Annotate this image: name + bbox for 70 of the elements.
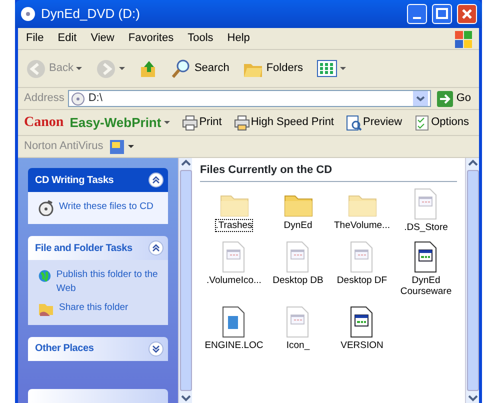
- directory-entry[interactable]: Desktop DF: [332, 240, 392, 298]
- go-button[interactable]: Go: [435, 90, 473, 107]
- minimize-icon: [413, 17, 421, 19]
- toolbar-button[interactable]: High Speed Print: [232, 114, 336, 131]
- directory-entry[interactable]: DynEd Courseware: [396, 240, 456, 298]
- printer-icon: [182, 114, 198, 130]
- menu-item[interactable]: Edit: [56, 30, 79, 47]
- search-button[interactable]: Search: [169, 58, 232, 78]
- cd-drive-icon: [20, 6, 36, 22]
- task-link[interactable]: Publish this folder to the Web: [38, 268, 160, 296]
- toolbar-button[interactable]: Print: [180, 114, 224, 131]
- minimize-button[interactable]: [407, 4, 427, 24]
- dropdown-arrow-icon: [340, 67, 346, 70]
- maximize-button[interactable]: [432, 4, 452, 24]
- views-button[interactable]: [315, 60, 348, 77]
- norton-icon: [109, 138, 126, 154]
- scroll-down-icon: [466, 393, 480, 403]
- task-panel-title: CD Writing Tasks: [35, 174, 114, 188]
- directory-entry[interactable]: ENGINE.LOC: [204, 306, 264, 352]
- printer-icon: [234, 114, 250, 130]
- directory-entry[interactable]: Desktop DB: [268, 240, 328, 298]
- address-field[interactable]: D:\: [68, 90, 432, 107]
- scroll-up-icon: [466, 158, 480, 168]
- directory-entry[interactable]: TheVolume...: [332, 188, 392, 233]
- directory-entry[interactable]: Icon_: [268, 306, 328, 352]
- menu-item[interactable]: View: [88, 30, 116, 47]
- menu-item[interactable]: Favorites: [126, 30, 176, 47]
- directory-entry[interactable]: .Trashes: [204, 188, 264, 233]
- easy-webprint-menu[interactable]: Easy-WebPrint: [68, 112, 172, 132]
- folders-button[interactable]: Folders: [241, 58, 306, 78]
- dropdown-arrow-icon: [128, 145, 134, 148]
- globe-icon: [38, 268, 52, 284]
- scrollbar-thumb[interactable]: [180, 170, 192, 391]
- directory-entry[interactable]: VERSION: [332, 306, 392, 352]
- address-label: Address: [24, 91, 64, 106]
- folder-up-icon: [139, 58, 158, 78]
- dropdown-arrow-icon: [119, 67, 126, 70]
- norton-button[interactable]: [107, 138, 136, 154]
- scroll-down-icon: [178, 393, 192, 403]
- task-panel-header[interactable]: Other Places: [28, 336, 168, 360]
- directory-entry[interactable]: .VolumeIco...: [204, 240, 264, 298]
- windows-logo-icon: [453, 28, 473, 48]
- cd-burn-icon: [38, 200, 54, 216]
- checklist-icon: [414, 114, 430, 130]
- dropdown-arrow-icon: [76, 67, 82, 70]
- close-button[interactable]: [457, 4, 477, 24]
- directory-entry[interactable]: DynEd: [268, 188, 328, 233]
- task-panel-header[interactable]: CD Writing Tasks: [28, 168, 168, 192]
- toolbar-button[interactable]: Options: [412, 114, 472, 131]
- scroll-up-icon: [178, 158, 192, 168]
- dropdown-arrow-icon: [164, 121, 170, 124]
- menu-item[interactable]: Tools: [186, 30, 216, 47]
- cd-drive-icon: [71, 92, 86, 106]
- toolbar-button[interactable]: Preview: [344, 114, 404, 131]
- task-panel-header[interactable]: File and Folder Tasks: [28, 236, 168, 260]
- menu-item[interactable]: File: [24, 30, 46, 47]
- window-title: DynEd_DVD (D:): [41, 5, 141, 24]
- menu-item[interactable]: Help: [225, 30, 252, 47]
- task-panel-title: Other Places: [35, 342, 94, 356]
- directory-entry[interactable]: .DS_Store: [396, 188, 456, 233]
- task-panel-title: File and Folder Tasks: [35, 242, 132, 256]
- task-link[interactable]: Share this folder: [38, 300, 160, 316]
- search-icon: [171, 58, 192, 78]
- section-heading: Files Currently on the CD: [200, 162, 457, 182]
- norton-antivirus-label: Norton AntiVirus: [24, 139, 104, 154]
- go-arrow-icon: [437, 90, 454, 106]
- scrollbar-thumb[interactable]: [466, 170, 478, 391]
- preview-icon: [346, 114, 362, 130]
- canon-logo: Canon: [24, 114, 64, 132]
- views-icon: [317, 60, 338, 77]
